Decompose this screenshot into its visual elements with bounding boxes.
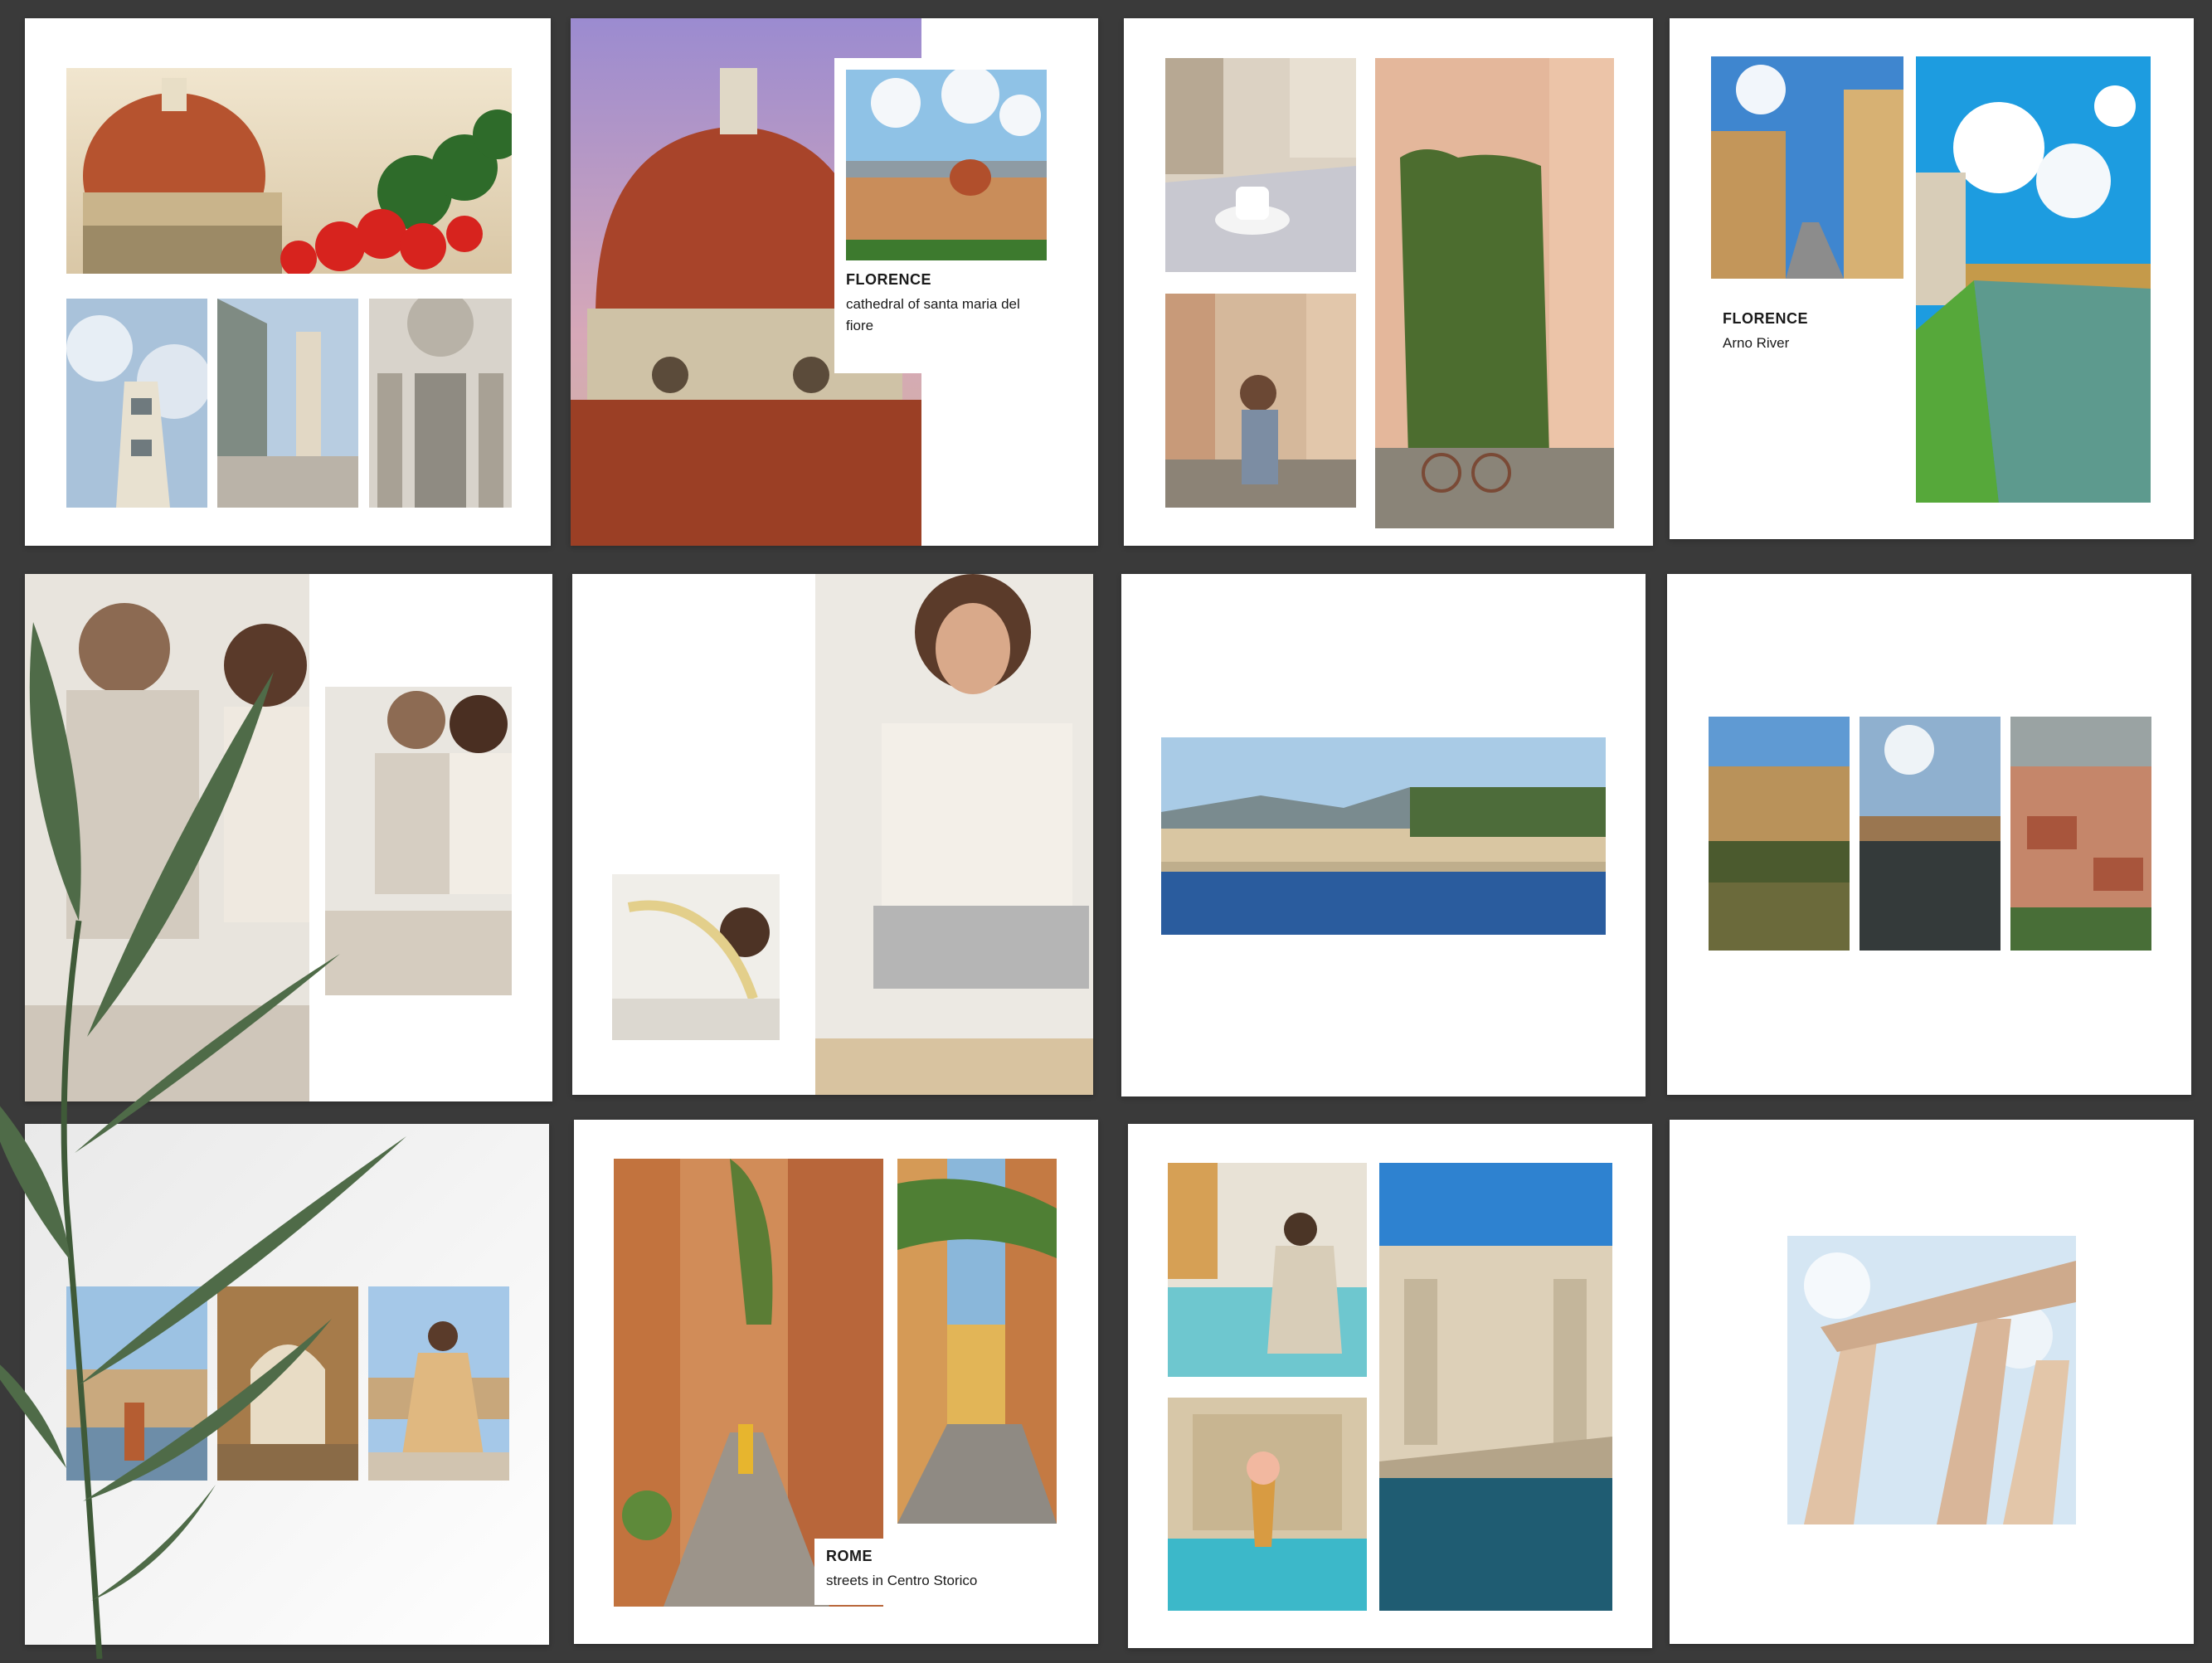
photo-greek-temple-columns[interactable]: [1787, 1236, 2076, 1524]
photo-trevi-gelato-hand[interactable]: [1168, 1398, 1367, 1611]
photo-trevi-fountain[interactable]: [1379, 1163, 1612, 1611]
photo-duomo-dome-flowers[interactable]: [66, 68, 512, 274]
caption-florence-arno: FLORENCE Arno River: [1723, 310, 1905, 354]
photo-cathedral-square[interactable]: [217, 299, 358, 508]
caption-title: FLORENCE: [846, 271, 931, 288]
photo-woman-making-pasta[interactable]: [815, 574, 1093, 1095]
album-page-2[interactable]: FLORENCE cathedral of santa maria del fi…: [571, 18, 1098, 546]
photo-arno-reflection-1[interactable]: [1709, 717, 1850, 951]
caption-florence-cathedral: FLORENCE cathedral of santa maria del fi…: [846, 271, 1045, 337]
photo-arno-reflection-2[interactable]: [1860, 717, 2001, 951]
album-page-7[interactable]: [1121, 574, 1646, 1097]
olive-branch-decoration: [0, 572, 431, 1660]
caption-subtitle: cathedral of santa maria del fiore: [846, 296, 1020, 333]
album-page-12[interactable]: [1670, 1120, 2194, 1644]
photo-girl-gelato[interactable]: [1165, 294, 1356, 508]
caption-subtitle: streets in Centro Storico: [826, 1573, 978, 1588]
caption-rome-streets: ROME streets in Centro Storico: [826, 1548, 992, 1592]
caption-title: ROME: [826, 1548, 873, 1564]
album-page-6[interactable]: [572, 574, 1093, 1095]
photo-rome-yellow-street[interactable]: [897, 1159, 1057, 1524]
photo-ponte-vecchio-street[interactable]: [1711, 56, 1903, 279]
photo-trevi-woman-sitting[interactable]: [1168, 1163, 1367, 1377]
album-page-8[interactable]: [1667, 574, 2191, 1095]
photo-florence-skyline[interactable]: [846, 70, 1047, 260]
photo-cafe-cup[interactable]: [1165, 58, 1356, 272]
album-page-11[interactable]: [1128, 1124, 1652, 1648]
photo-hands-pasta[interactable]: [612, 874, 780, 1040]
caption-title: FLORENCE: [1723, 310, 1808, 327]
photo-arno-river[interactable]: [1916, 56, 2151, 503]
album-page-3[interactable]: [1124, 18, 1653, 546]
album-page-1[interactable]: [25, 18, 551, 546]
photo-ivy-building-bicycle[interactable]: [1375, 58, 1614, 528]
photo-arno-bridge-panorama[interactable]: [1161, 737, 1606, 935]
photo-giotto-bell-tower[interactable]: [66, 299, 207, 508]
caption-subtitle: Arno River: [1723, 335, 1790, 351]
album-page-10[interactable]: ROME streets in Centro Storico: [574, 1120, 1098, 1644]
album-page-4[interactable]: FLORENCE Arno River: [1670, 18, 2194, 539]
photo-florence-rooftops[interactable]: [2010, 717, 2151, 951]
photo-cathedral-facade-detail[interactable]: [369, 299, 512, 508]
